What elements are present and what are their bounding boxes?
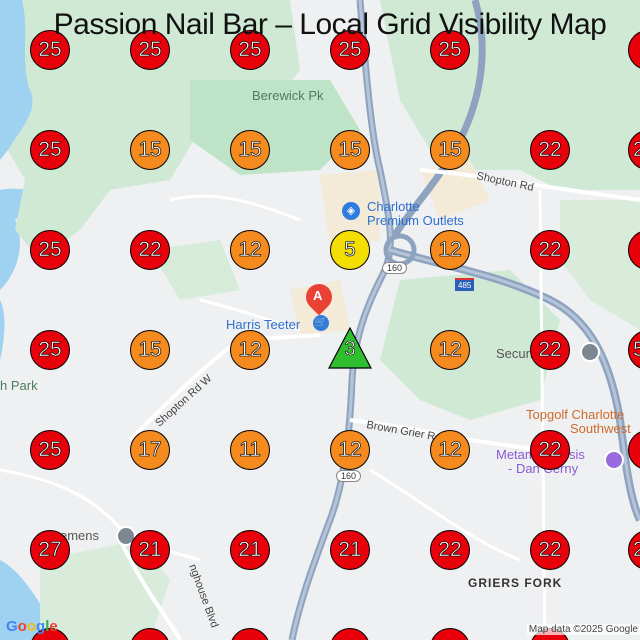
rank-marker[interactable]: 25 — [430, 30, 470, 70]
rank-marker[interactable]: 25 — [330, 30, 370, 70]
outlets-line1: Charlotte — [367, 199, 420, 214]
topgolf-line1: Topgolf Charlotte — [526, 407, 625, 422]
griers-fork-label: GRIERS FORK — [468, 576, 563, 590]
rank-marker[interactable]: 12 — [230, 230, 270, 270]
outlets-line2: Premium Outlets — [367, 213, 464, 228]
rank-marker[interactable]: 25 — [30, 330, 70, 370]
harris-teeter-label[interactable]: Harris Teeter — [226, 318, 300, 332]
rank-marker[interactable]: 27 — [30, 530, 70, 570]
rank-marker[interactable]: 21 — [130, 530, 170, 570]
rank-marker[interactable]: 22 — [530, 430, 570, 470]
rank-marker[interactable]: 15 — [230, 130, 270, 170]
rank-marker[interactable]: 17 — [130, 430, 170, 470]
rank-marker[interactable]: 25 — [30, 430, 70, 470]
rank-marker[interactable]: 12 — [430, 230, 470, 270]
marker-letter: A — [313, 288, 323, 303]
rank-marker[interactable]: 11 — [230, 430, 270, 470]
purple-place-icon[interactable] — [604, 450, 624, 470]
rank-marker[interactable]: 25 — [230, 30, 270, 70]
shopping-bag-icon[interactable]: ◈ — [342, 202, 360, 220]
rank-marker[interactable]: 21 — [330, 530, 370, 570]
rank-marker[interactable]: 21 — [230, 530, 270, 570]
rank-marker[interactable]: 22 — [430, 530, 470, 570]
park-partial-label: h Park — [0, 378, 38, 393]
rank-marker[interactable]: 5 — [330, 230, 370, 270]
map-attribution[interactable]: Map data ©2025 Google — [526, 624, 640, 635]
rank-marker[interactable]: 22 — [130, 230, 170, 270]
rank-marker[interactable]: 15 — [430, 130, 470, 170]
rank-marker[interactable]: 25 — [30, 130, 70, 170]
place-pin-icon[interactable] — [580, 342, 600, 362]
i485-shield: 485 — [455, 278, 475, 291]
rank-marker[interactable]: 22 — [530, 330, 570, 370]
charlotte-premium-outlets-label[interactable]: Charlotte Premium Outlets — [367, 200, 464, 228]
rank-marker[interactable]: 12 — [430, 330, 470, 370]
rank-marker[interactable]: 25 — [30, 30, 70, 70]
rank-marker[interactable]: 12 — [230, 330, 270, 370]
rank-marker[interactable]: 25 — [130, 30, 170, 70]
rank-marker[interactable]: 22 — [530, 530, 570, 570]
route-160-shield-south: 160 — [336, 470, 362, 482]
rank-marker[interactable]: 25 — [30, 230, 70, 270]
map-canvas[interactable]: Berewick Pk Shopton Rd ◈ Charlotte Premi… — [0, 0, 640, 640]
google-logo: Google — [6, 618, 58, 635]
rank-value: 3 — [344, 338, 356, 361]
rank-marker[interactable]: 15 — [130, 130, 170, 170]
rank-marker[interactable]: 22 — [530, 130, 570, 170]
rank-marker[interactable]: 15 — [130, 330, 170, 370]
rank-marker[interactable]: 15 — [330, 130, 370, 170]
rank-marker[interactable]: 12 — [330, 430, 370, 470]
rank-marker[interactable]: 22 — [530, 230, 570, 270]
rank-marker-triangle[interactable]: 3 — [327, 326, 373, 370]
route-160-shield: 160 — [382, 262, 408, 274]
rank-marker[interactable]: 12 — [430, 430, 470, 470]
berewick-park-label: Berewick Pk — [252, 88, 324, 103]
